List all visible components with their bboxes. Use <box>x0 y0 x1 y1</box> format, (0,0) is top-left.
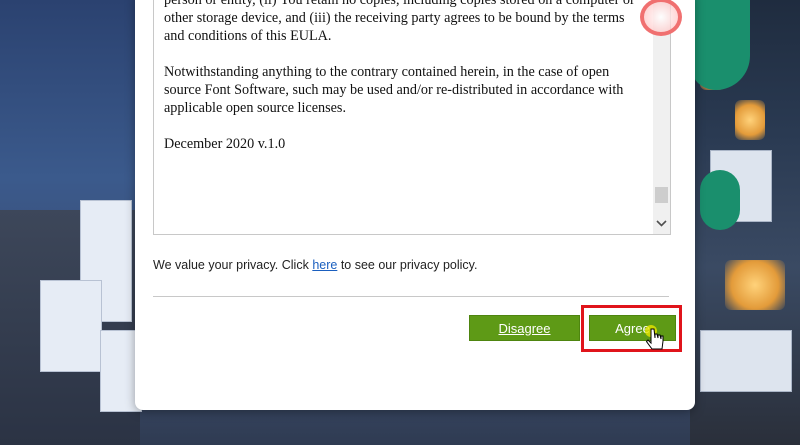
chevron-down-icon[interactable] <box>653 215 670 232</box>
wallpaper-decoration <box>690 0 750 90</box>
wallpaper-house <box>40 280 102 372</box>
wallpaper-building <box>700 330 792 392</box>
privacy-text-suffix: to see our privacy policy. <box>337 258 478 272</box>
eula-paragraph: person or entity, (ii) You retain no cop… <box>164 0 635 44</box>
disagree-button[interactable]: Disagree <box>469 315 580 341</box>
divider <box>153 296 669 297</box>
privacy-notice: We value your privacy. Click here to see… <box>153 258 477 272</box>
wallpaper-light <box>735 100 765 140</box>
hand-pointer-icon <box>645 325 667 355</box>
desktop-wallpaper-left <box>0 0 142 445</box>
scrollbar-thumb[interactable] <box>655 187 668 203</box>
wallpaper-light <box>725 260 785 310</box>
eula-paragraph: Notwithstanding anything to the contrary… <box>164 64 624 116</box>
privacy-policy-link[interactable]: here <box>312 258 337 272</box>
wallpaper-decoration <box>700 170 740 230</box>
eula-version: December 2020 v.1.0 <box>164 136 286 152</box>
disagree-label: Disagree <box>498 320 551 336</box>
eula-text: person or entity, (ii) You retain no cop… <box>164 0 644 171</box>
eula-text-box[interactable]: person or entity, (ii) You retain no cop… <box>153 0 671 235</box>
privacy-text-prefix: We value your privacy. Click <box>153 258 313 272</box>
